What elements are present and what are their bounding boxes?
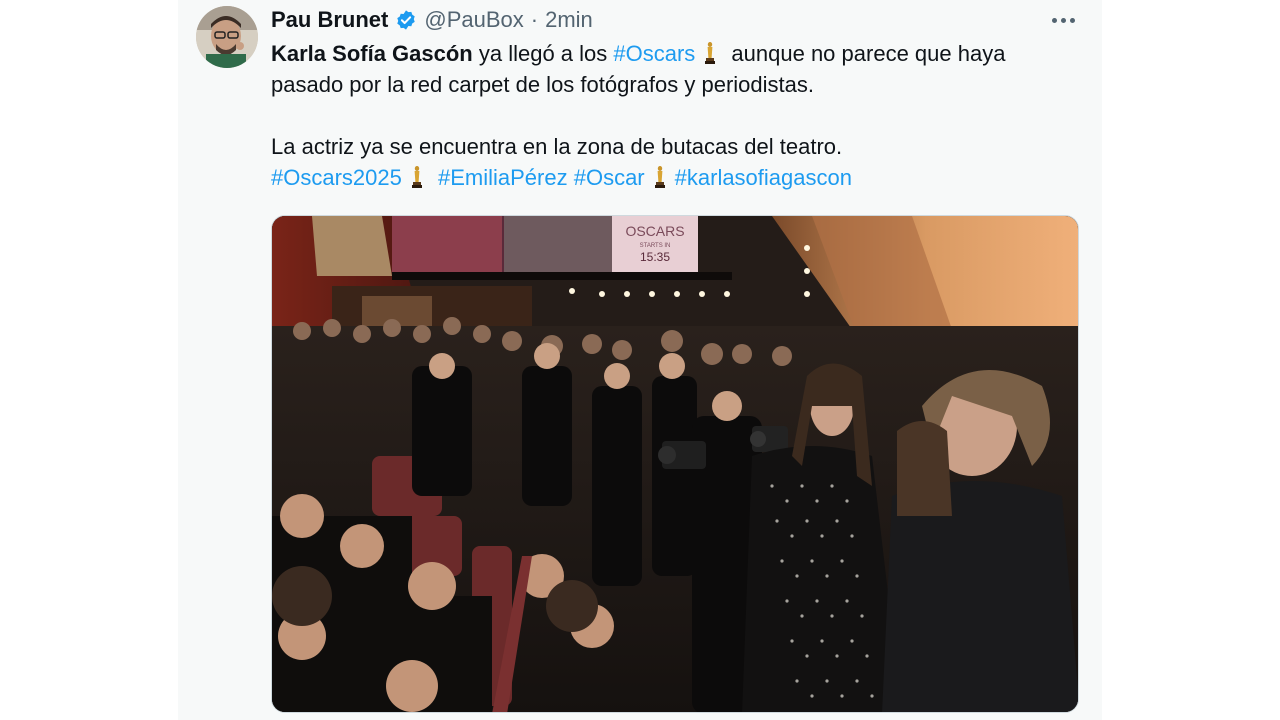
separator-dot: ·	[530, 7, 539, 32]
avatar[interactable]	[196, 6, 258, 68]
hashtag-link[interactable]: #Oscars	[613, 41, 695, 66]
hashtag-row: #Oscars2025 #EmiliaPérez #Oscar #karlasof…	[271, 162, 1081, 193]
more-dot-icon	[1061, 17, 1066, 23]
hashtag-link[interactable]: #Oscar	[574, 165, 645, 190]
tweet-paragraph-2: La actriz ya se encuentra en la zona de …	[271, 134, 843, 159]
hashtag-link[interactable]: #EmiliaPérez	[438, 165, 568, 190]
author-name[interactable]: Pau Brunet	[271, 7, 388, 33]
verified-badge-icon	[397, 10, 416, 30]
tweet-media-photo[interactable]: OSCARS STARTS IN 15:35	[271, 215, 1079, 713]
tweet-header: Pau Brunet @PauBox · 2min	[271, 6, 593, 34]
screenshot-stage: Pau Brunet @PauBox · 2min Karla Sofía Ga…	[0, 0, 1280, 720]
screen-countdown: 15:35	[640, 250, 670, 264]
oscar-statuette-icon	[654, 166, 665, 188]
hashtag-link[interactable]: #Oscars2025	[271, 165, 402, 190]
oscar-statuette-icon	[705, 42, 716, 64]
oscar-statuette-icon	[411, 166, 422, 188]
tweet-text-fragment: ya llegó a los	[472, 41, 614, 66]
more-options-button[interactable]	[1052, 10, 1078, 30]
hashtag-link[interactable]: #karlasofiagascon	[675, 165, 852, 190]
screen-title: OSCARS	[625, 223, 684, 239]
more-dot-icon	[1070, 17, 1075, 23]
mentioned-name: Karla Sofía Gascón	[271, 41, 473, 66]
author-handle[interactable]: @PauBox	[424, 7, 523, 33]
tweet-timestamp[interactable]: 2min	[545, 7, 593, 33]
screen-subtitle: STARTS IN	[640, 243, 671, 249]
more-dot-icon	[1052, 17, 1057, 23]
tweet-paragraph-1: Karla Sofía Gascón ya llegó a los #Oscar…	[271, 38, 1081, 100]
tweet-text: Karla Sofía Gascón ya llegó a los #Oscar…	[271, 38, 1081, 193]
